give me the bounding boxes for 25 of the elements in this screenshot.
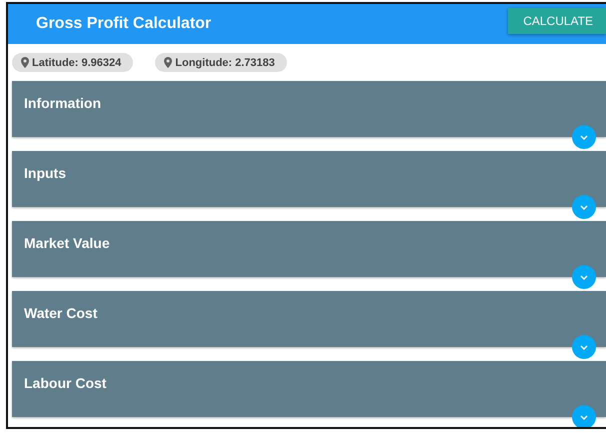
expand-button[interactable] [572,335,596,359]
chevron-icon [580,204,588,210]
section-title: Inputs [24,165,66,181]
expand-button[interactable] [572,125,596,149]
section-header[interactable]: Water Cost [12,291,606,347]
coordinate-label: Longitude: 2.73183 [175,56,275,68]
section-title: Water Cost [24,305,98,321]
section-header[interactable]: Information [12,81,606,137]
location-pin-icon [164,57,172,68]
expand-button[interactable] [572,265,596,289]
app-title: Gross Profit Calculator [36,15,212,33]
section-header[interactable]: Inputs [12,151,606,207]
section-title: Information [24,95,101,111]
chevron-icon [580,134,588,140]
section-title: Market Value [24,235,110,251]
section-header[interactable]: Market Value [12,221,606,277]
chevron-icon [580,344,588,350]
location-pin-icon [21,57,29,68]
calculate-button[interactable]: CALCULATE [508,8,606,34]
section-title: Labour Cost [24,375,106,391]
section-header[interactable]: Labour Cost [12,361,606,417]
coordinate-label: Latitude: 9.96324 [32,56,122,68]
expand-button[interactable] [572,195,596,219]
chevron-icon [580,414,588,420]
chevron-icon [580,274,588,280]
